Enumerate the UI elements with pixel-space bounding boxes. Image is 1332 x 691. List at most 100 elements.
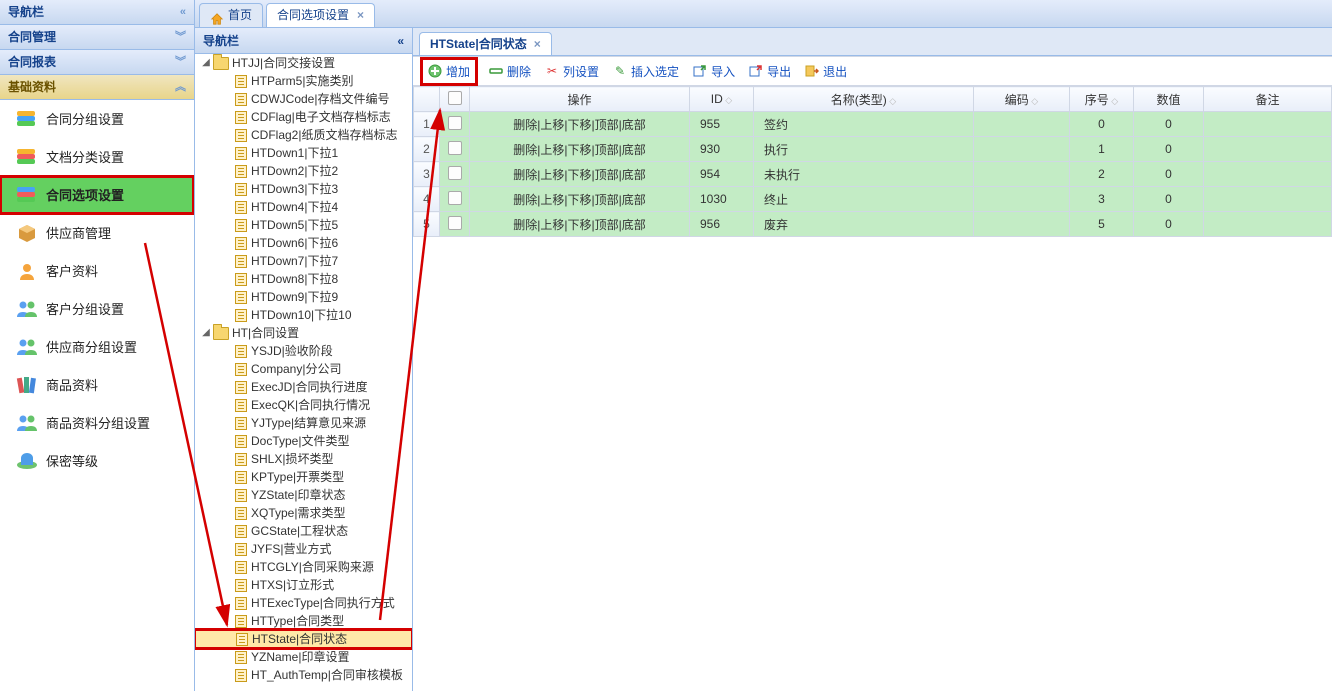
- tree-leaf[interactable]: HTXS|订立形式: [195, 576, 412, 594]
- tree-leaf[interactable]: YJType|结算意见来源: [195, 414, 412, 432]
- chevron-left-icon[interactable]: «: [397, 28, 404, 54]
- checkbox-icon[interactable]: [448, 166, 462, 180]
- checkbox-icon[interactable]: [448, 191, 462, 205]
- col-seq[interactable]: 序号: [1070, 87, 1134, 112]
- cell-code: [974, 112, 1070, 137]
- tree-leaf[interactable]: Company|分公司: [195, 360, 412, 378]
- col-code[interactable]: 编码: [974, 87, 1070, 112]
- table-row[interactable]: 5删除|上移|下移|顶部|底部956废弃50: [414, 212, 1332, 237]
- add-button[interactable]: 增加: [423, 60, 475, 83]
- row-checkbox[interactable]: [440, 162, 470, 187]
- tree-leaf[interactable]: CDFlag|电子文档存档标志: [195, 108, 412, 126]
- row-ops[interactable]: 删除|上移|下移|顶部|底部: [470, 162, 690, 187]
- tree-leaf[interactable]: HTDown10|下拉10: [195, 306, 412, 324]
- columns-button[interactable]: ✂ 列设置: [545, 63, 599, 80]
- tree-leaf[interactable]: CDWJCode|存档文件编号: [195, 90, 412, 108]
- chevron-up-icon[interactable]: ︽: [175, 75, 186, 100]
- collapse-icon[interactable]: ◢: [199, 54, 213, 72]
- tree-leaf[interactable]: YZState|印章状态: [195, 486, 412, 504]
- tree-leaf[interactable]: KPType|开票类型: [195, 468, 412, 486]
- chevron-left-icon[interactable]: «: [180, 0, 186, 25]
- tree-leaf[interactable]: HTDown8|下拉8: [195, 270, 412, 288]
- row-ops[interactable]: 删除|上移|下移|顶部|底部: [470, 137, 690, 162]
- tree-leaf[interactable]: HTExecType|合同执行方式: [195, 594, 412, 612]
- collapse-icon[interactable]: ◢: [199, 324, 213, 342]
- row-ops[interactable]: 删除|上移|下移|顶部|底部: [470, 212, 690, 237]
- checkbox-icon[interactable]: [448, 141, 462, 155]
- sub-tab-htstate[interactable]: HTState|合同状态 ×: [419, 32, 552, 55]
- row-checkbox[interactable]: [440, 187, 470, 212]
- nav-supplier-manage[interactable]: 供应商管理: [0, 214, 194, 252]
- chevron-down-icon[interactable]: ︾: [175, 50, 186, 75]
- tree-leaf[interactable]: HTDown3|下拉3: [195, 180, 412, 198]
- checkbox-icon[interactable]: [448, 91, 462, 105]
- tree-leaf[interactable]: JYFS|营业方式: [195, 540, 412, 558]
- nav-product-info[interactable]: 商品资料: [0, 366, 194, 404]
- tree-folder[interactable]: ◢HTJJ|合同交接设置: [195, 54, 412, 72]
- tree-leaf[interactable]: HTDown7|下拉7: [195, 252, 412, 270]
- col-checkbox[interactable]: [440, 87, 470, 112]
- accordion-2[interactable]: 合同报表︾: [0, 50, 194, 75]
- close-icon[interactable]: ×: [357, 4, 364, 27]
- table-row[interactable]: 3删除|上移|下移|顶部|底部954未执行20: [414, 162, 1332, 187]
- export-button[interactable]: 导出: [749, 63, 791, 80]
- nav-customer-group[interactable]: 客户分组设置: [0, 290, 194, 328]
- row-checkbox[interactable]: [440, 112, 470, 137]
- accordion-3[interactable]: 基础资料︽: [0, 75, 194, 100]
- tree-leaf[interactable]: DocType|文件类型: [195, 432, 412, 450]
- nav-contract-option[interactable]: 合同选项设置: [0, 176, 194, 214]
- nav-supplier-group[interactable]: 供应商分组设置: [0, 328, 194, 366]
- checkbox-icon[interactable]: [448, 216, 462, 230]
- sub-tabs: HTState|合同状态 ×: [413, 28, 1332, 56]
- nav-contract-group[interactable]: 合同分组设置: [0, 100, 194, 138]
- tree-leaf[interactable]: HTState|合同状态: [195, 630, 412, 648]
- tree-leaf[interactable]: HTDown6|下拉6: [195, 234, 412, 252]
- tree-leaf[interactable]: HTDown4|下拉4: [195, 198, 412, 216]
- col-remark[interactable]: 备注: [1204, 87, 1332, 112]
- tree-leaf[interactable]: HTType|合同类型: [195, 612, 412, 630]
- col-op[interactable]: 操作: [470, 87, 690, 112]
- tree-leaf[interactable]: YZName|印章设置: [195, 648, 412, 666]
- tree-leaf[interactable]: HTDown2|下拉2: [195, 162, 412, 180]
- tree-header[interactable]: 导航栏 «: [195, 28, 412, 54]
- tree-leaf[interactable]: HTCGLY|合同采购来源: [195, 558, 412, 576]
- tab-contract-option[interactable]: 合同选项设置 ×: [266, 3, 375, 27]
- tree-leaf[interactable]: GCState|工程状态: [195, 522, 412, 540]
- exit-button[interactable]: 退出: [805, 63, 847, 80]
- table-row[interactable]: 1删除|上移|下移|顶部|底部955签约00: [414, 112, 1332, 137]
- tree-leaf[interactable]: CDFlag2|纸质文档存档标志: [195, 126, 412, 144]
- nav-doc-category[interactable]: 文档分类设置: [0, 138, 194, 176]
- chevron-down-icon[interactable]: ︾: [175, 25, 186, 50]
- nav-customer-info[interactable]: 客户资料: [0, 252, 194, 290]
- accordion-1[interactable]: 合同管理︾: [0, 25, 194, 50]
- tree-leaf[interactable]: YSJD|验收阶段: [195, 342, 412, 360]
- col-name[interactable]: 名称(类型): [754, 87, 974, 112]
- tree-folder[interactable]: ◢HT|合同设置: [195, 324, 412, 342]
- nav-secrecy-level[interactable]: 保密等级: [0, 442, 194, 480]
- row-checkbox[interactable]: [440, 212, 470, 237]
- tab-home[interactable]: 首页: [199, 3, 263, 27]
- tree-leaf[interactable]: HTParm5|实施类别: [195, 72, 412, 90]
- insert-button[interactable]: ✎ 插入选定: [613, 63, 679, 80]
- tree-leaf[interactable]: XQType|需求类型: [195, 504, 412, 522]
- tree-leaf[interactable]: HTDown9|下拉9: [195, 288, 412, 306]
- col-id[interactable]: ID: [690, 87, 754, 112]
- close-icon[interactable]: ×: [534, 33, 541, 55]
- tree-leaf[interactable]: ExecJD|合同执行进度: [195, 378, 412, 396]
- import-button[interactable]: 导入: [693, 63, 735, 80]
- accordion-0[interactable]: 导航栏«: [0, 0, 194, 25]
- tree-leaf[interactable]: SHLX|损坏类型: [195, 450, 412, 468]
- tree-leaf[interactable]: HT_AuthTemp|合同审核模板: [195, 666, 412, 684]
- table-row[interactable]: 4删除|上移|下移|顶部|底部1030终止30: [414, 187, 1332, 212]
- tree-leaf[interactable]: HTDown5|下拉5: [195, 216, 412, 234]
- table-row[interactable]: 2删除|上移|下移|顶部|底部930执行10: [414, 137, 1332, 162]
- tree-leaf[interactable]: HTDown1|下拉1: [195, 144, 412, 162]
- checkbox-icon[interactable]: [448, 116, 462, 130]
- row-checkbox[interactable]: [440, 137, 470, 162]
- delete-button[interactable]: 删除: [489, 63, 531, 80]
- tree-leaf[interactable]: ExecQK|合同执行情况: [195, 396, 412, 414]
- row-ops[interactable]: 删除|上移|下移|顶部|底部: [470, 187, 690, 212]
- col-value[interactable]: 数值: [1134, 87, 1204, 112]
- nav-product-group[interactable]: 商品资料分组设置: [0, 404, 194, 442]
- row-ops[interactable]: 删除|上移|下移|顶部|底部: [470, 112, 690, 137]
